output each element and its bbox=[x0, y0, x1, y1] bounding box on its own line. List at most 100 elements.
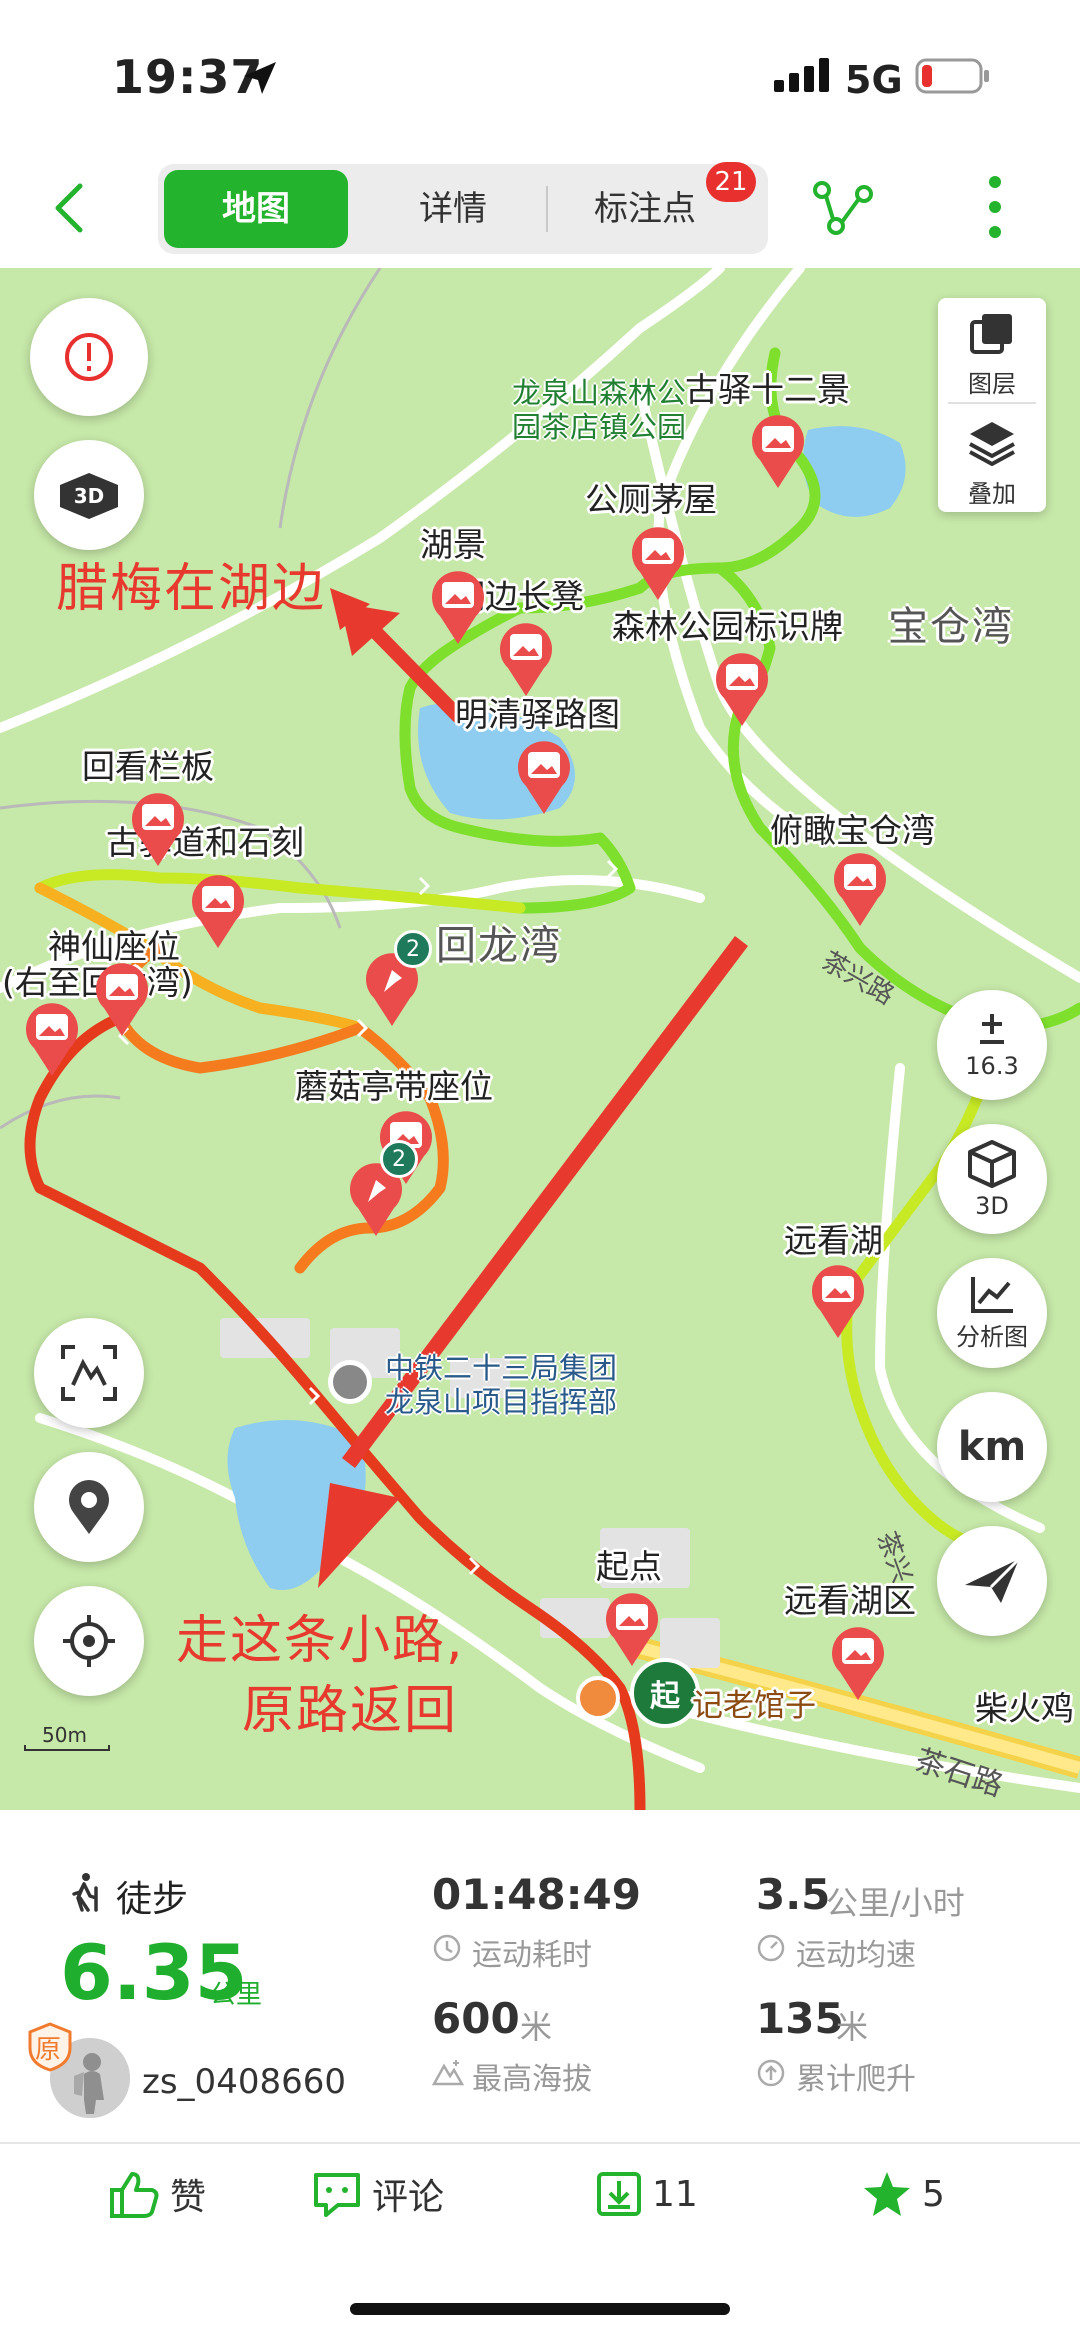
duration-label: 运动耗时 bbox=[472, 1938, 592, 1973]
footprint-button[interactable] bbox=[34, 1452, 144, 1562]
thumbs-up-icon bbox=[110, 2172, 159, 2218]
scale-label: 50m bbox=[42, 1723, 87, 1747]
cube-3d-icon: 3D bbox=[60, 473, 118, 519]
waypoint-label: 回看栏板 bbox=[82, 747, 214, 786]
three-d-label: 3D bbox=[975, 1192, 1009, 1220]
user-name[interactable]: zs_0408660 bbox=[142, 2062, 346, 2102]
cube-icon bbox=[968, 1140, 1016, 1188]
poi-marker[interactable] bbox=[328, 1360, 372, 1404]
three-d-view-button[interactable]: 3D bbox=[937, 1124, 1047, 1234]
favorite-button[interactable]: 5 bbox=[862, 2166, 945, 2222]
layers-label[interactable]: 图层 bbox=[938, 364, 1046, 399]
annotation-bottom-line1: 走这条小路, bbox=[176, 1611, 465, 1671]
locate-button[interactable] bbox=[34, 1586, 144, 1696]
photo-pin-icon[interactable] bbox=[128, 788, 188, 868]
download-button[interactable]: 11 bbox=[596, 2166, 698, 2222]
waypoint-label: 柴火鸡 bbox=[975, 1689, 1074, 1728]
scale-bar bbox=[24, 1745, 110, 1751]
photo-pin-icon[interactable] bbox=[92, 958, 152, 1038]
photo-pin-icon[interactable] bbox=[188, 870, 248, 950]
network-type: 5G bbox=[845, 58, 903, 102]
overlay-label[interactable]: 叠加 bbox=[938, 474, 1046, 509]
alert-icon bbox=[65, 333, 113, 381]
mountain-icon bbox=[432, 2060, 464, 2086]
view-tabs: 地图 详情 标注点 21 bbox=[158, 162, 768, 254]
poi-label-line2: 龙泉山项目指挥部 bbox=[385, 1385, 618, 1419]
layers-icon[interactable] bbox=[968, 312, 1016, 356]
park-label-line1: 龙泉山森林公 bbox=[512, 376, 687, 410]
navigate-button[interactable] bbox=[937, 1526, 1047, 1636]
annotation-bottom-line2: 原路返回 bbox=[242, 1681, 459, 1741]
footprint-pin-icon bbox=[69, 1480, 109, 1534]
sport-type: 徒步 bbox=[116, 1879, 189, 1920]
speed-label: 运动均速 bbox=[796, 1938, 916, 1973]
star-icon bbox=[864, 2172, 910, 2216]
photo-pin-icon[interactable] bbox=[808, 1260, 868, 1340]
speed-unit: 公里/小时 bbox=[826, 1884, 965, 1922]
photo-pin-icon[interactable] bbox=[628, 522, 688, 602]
photo-pin-icon[interactable] bbox=[496, 618, 556, 698]
waypoint-label: 蘑菇亭带座位 bbox=[295, 1067, 493, 1106]
speedometer-icon bbox=[757, 1934, 785, 1962]
layer-panel: 图层 叠加 bbox=[938, 298, 1046, 512]
photo-pin-icon[interactable] bbox=[830, 848, 890, 928]
line-chart-icon bbox=[971, 1276, 1013, 1313]
track-view-button[interactable] bbox=[34, 1318, 144, 1428]
comment-button[interactable]: 评论 bbox=[312, 2166, 444, 2222]
tab-details[interactable]: 详情 bbox=[363, 164, 543, 254]
like-button[interactable]: 赞 bbox=[108, 2166, 206, 2222]
action-bar: 赞 评论 11 5 bbox=[0, 2144, 1080, 2244]
annotation-top: 腊梅在湖边 bbox=[56, 559, 327, 619]
tab-divider bbox=[546, 186, 548, 232]
restaurant-label: 记老馆子 bbox=[692, 1688, 816, 1724]
waypoint-label: 俯瞰宝仓湾 bbox=[770, 811, 935, 850]
max-altitude-value: 600 bbox=[432, 1994, 520, 2043]
photo-pin-icon[interactable] bbox=[712, 648, 772, 728]
photo-pin-icon[interactable] bbox=[428, 566, 488, 646]
climb-up-icon bbox=[757, 2059, 785, 2087]
back-icon[interactable] bbox=[40, 178, 100, 238]
km-label: km bbox=[957, 1424, 1027, 1470]
download-icon bbox=[597, 2172, 641, 2216]
svg-text:3D: 3D bbox=[74, 484, 105, 508]
photo-pin-icon[interactable] bbox=[748, 410, 808, 490]
report-button[interactable] bbox=[30, 298, 148, 416]
more-menu-icon[interactable] bbox=[985, 174, 1005, 240]
restaurant-icon[interactable] bbox=[576, 1676, 620, 1720]
overlay-stack-icon[interactable] bbox=[966, 418, 1018, 466]
unit-km-button[interactable]: km bbox=[937, 1392, 1047, 1502]
original-badge-label: 原 bbox=[35, 2035, 62, 2065]
download-count: 11 bbox=[652, 2173, 698, 2215]
distance-unit: 公里 bbox=[210, 1980, 263, 2010]
pin-count-badge: 2 bbox=[380, 1140, 418, 1178]
start-marker[interactable]: 起 bbox=[630, 1658, 700, 1728]
three-d-toggle-button[interactable]: 3D bbox=[34, 440, 144, 550]
track-frame-icon bbox=[61, 1345, 117, 1401]
pin-count-badge: 2 bbox=[394, 930, 432, 968]
hiking-icon bbox=[72, 1873, 98, 1912]
panel-divider bbox=[948, 402, 1036, 404]
status-bar: 19:37 5G bbox=[0, 0, 1080, 150]
like-label: 赞 bbox=[170, 2177, 207, 2218]
climb-value: 135 bbox=[756, 1994, 844, 2043]
park-label-line2: 园茶店镇公园 bbox=[512, 410, 687, 444]
duration-value: 01:48:49 bbox=[432, 1870, 641, 1919]
zoom-level-button[interactable]: 16.3 bbox=[937, 990, 1047, 1100]
tab-map[interactable]: 地图 bbox=[164, 170, 348, 248]
signal-icon bbox=[774, 58, 829, 92]
photo-pin-icon[interactable] bbox=[22, 998, 82, 1078]
climb-label: 累计爬升 bbox=[796, 2062, 916, 2097]
home-indicator bbox=[350, 2303, 730, 2315]
header: 地图 详情 标注点 21 bbox=[0, 150, 1080, 268]
route-share-icon[interactable] bbox=[812, 180, 874, 236]
photo-pin-icon[interactable] bbox=[828, 1622, 888, 1702]
area-label-baocangwan: 宝仓湾 bbox=[888, 604, 1014, 650]
waypoint-label: 森林公园标识牌 bbox=[612, 607, 843, 646]
paper-plane-icon bbox=[965, 1557, 1021, 1603]
analysis-chart-button[interactable]: 分析图 bbox=[937, 1258, 1047, 1368]
photo-pin-icon[interactable] bbox=[602, 1588, 662, 1668]
plus-minus-icon bbox=[980, 1014, 1004, 1044]
photo-pin-icon[interactable] bbox=[514, 736, 574, 816]
map-view[interactable]: 茶兴路 茶石路 茶兴 宝仓湾 回龙湾 龙泉山森林公 园茶店镇公园 中铁二十三局集… bbox=[0, 268, 1080, 1810]
analysis-label: 分析图 bbox=[956, 1322, 1028, 1351]
